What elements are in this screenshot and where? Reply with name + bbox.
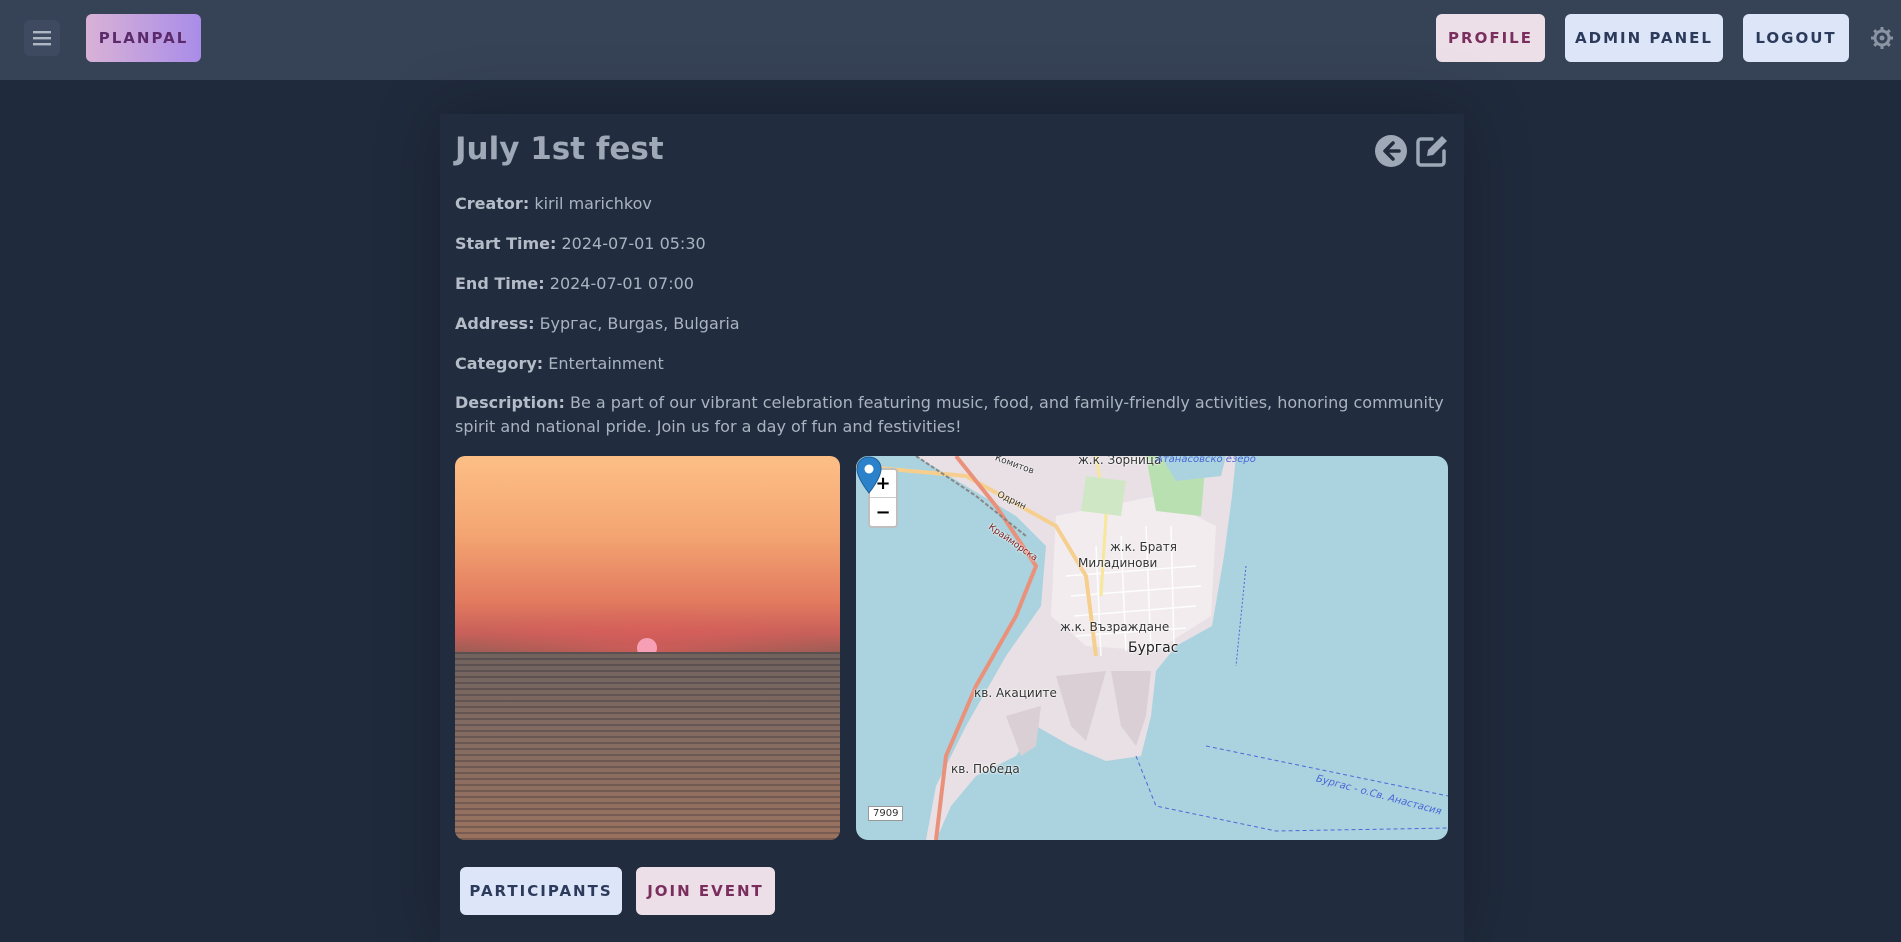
address-label: Address: <box>455 314 535 333</box>
map-label-city: Бургас <box>1128 640 1179 656</box>
creator-row: Creator: kiril marichkov <box>455 194 652 213</box>
event-map[interactable]: + − ж.к. Зорница Атанасовско езеро ж.к. … <box>856 456 1448 840</box>
category-label: Category: <box>455 354 544 373</box>
join-event-button[interactable]: JOIN EVENT <box>636 867 775 915</box>
creator-label: Creator: <box>455 194 530 213</box>
start-time-row: Start Time: 2024-07-01 05:30 <box>455 234 706 253</box>
start-time-label: Start Time: <box>455 234 557 253</box>
participants-button[interactable]: PARTICIPANTS <box>460 867 622 915</box>
address-value: Бургас, Burgas, Bulgaria <box>539 314 740 333</box>
map-label-bratya: ж.к. Братя <box>1110 540 1177 554</box>
description-row: Description: Be a part of our vibrant ce… <box>455 391 1455 439</box>
arrow-left-circle-icon[interactable] <box>1374 134 1408 168</box>
zoom-out-button[interactable]: − <box>870 498 896 526</box>
address-row: Address: Бургас, Burgas, Bulgaria <box>455 314 740 333</box>
category-row: Category: Entertainment <box>455 354 664 373</box>
map-pin-icon[interactable] <box>856 456 882 494</box>
gear-icon[interactable] <box>1870 26 1894 50</box>
category-value: Entertainment <box>548 354 664 373</box>
map-label-zornitsa: ж.к. Зорница <box>1078 456 1162 467</box>
description-label: Description: <box>455 393 565 412</box>
sea-shape <box>455 652 840 840</box>
end-time-row: End Time: 2024-07-01 07:00 <box>455 274 694 293</box>
top-navbar: PLANPAL PROFILE ADMIN PANEL LOGOUT <box>0 0 1901 80</box>
logout-button[interactable]: LOGOUT <box>1743 14 1849 62</box>
profile-button[interactable]: PROFILE <box>1436 14 1545 62</box>
end-time-value: 2024-07-01 07:00 <box>549 274 694 293</box>
map-label-akatsiite: кв. Акациите <box>974 686 1057 700</box>
map-label-lake: Атанасовско езеро <box>1156 456 1256 465</box>
map-label-vazrazhdane: ж.к. Възраждане <box>1060 620 1170 634</box>
end-time-label: End Time: <box>455 274 545 293</box>
event-photo <box>455 456 840 840</box>
event-title: July 1st fest <box>455 131 664 167</box>
map-scale: 7909 <box>868 806 904 821</box>
description-value: Be a part of our vibrant celebration fea… <box>455 393 1444 436</box>
admin-panel-button[interactable]: ADMIN PANEL <box>1565 14 1723 62</box>
edit-icon[interactable] <box>1414 133 1450 169</box>
map-label-miladinovi: Миладинови <box>1078 556 1158 570</box>
creator-value: kiril marichkov <box>534 194 652 213</box>
start-time-value: 2024-07-01 05:30 <box>561 234 706 253</box>
brand-logo-button[interactable]: PLANPAL <box>86 14 201 62</box>
hamburger-menu-icon[interactable] <box>24 20 60 56</box>
map-label-pobeda: кв. Победа <box>951 762 1020 776</box>
